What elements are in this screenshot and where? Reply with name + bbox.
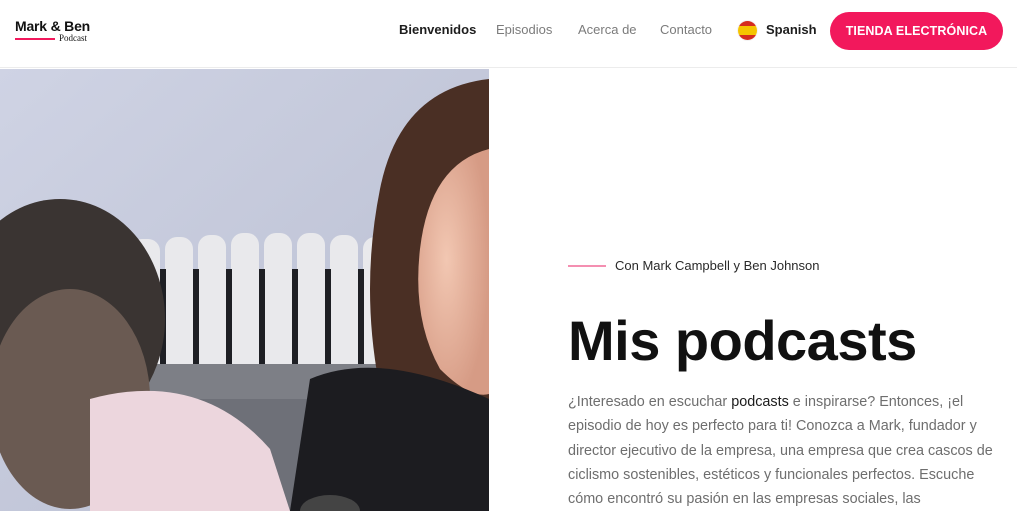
brand-subtitle: Podcast — [59, 33, 87, 43]
nav-item-bienvenidos[interactable]: Bienvenidos — [399, 22, 476, 37]
byline-divider — [568, 265, 606, 267]
shop-button[interactable]: TIENDA ELECTRÓNICA — [830, 12, 1003, 50]
nav-item-contacto[interactable]: Contacto — [660, 22, 712, 37]
hero-photo — [0, 69, 489, 511]
brand-logo[interactable]: Mark & Ben Podcast — [15, 18, 95, 48]
nav-item-acerca-de[interactable]: Acerca de — [578, 22, 637, 37]
brand-underline — [15, 38, 55, 40]
spain-flag-icon — [738, 21, 757, 40]
hero-description: ¿Interesado en escuchar podcasts e inspi… — [568, 390, 998, 511]
description-text-rest: e inspirarse? Entonces, ¡el episodio de … — [568, 394, 993, 508]
description-text-start: ¿Interesado en escuchar — [568, 394, 732, 410]
site-header: Mark & Ben Podcast Bienvenidos Episodios… — [0, 0, 1017, 68]
page-title: Mis podcasts — [568, 309, 917, 372]
brand-title: Mark & Ben — [15, 18, 91, 34]
byline-text: Con Mark Campbell y Ben Johnson — [615, 258, 820, 273]
podcasts-highlight: podcasts — [731, 394, 789, 410]
nav-item-episodios[interactable]: Episodios — [496, 22, 552, 37]
language-label: Spanish — [766, 22, 817, 37]
